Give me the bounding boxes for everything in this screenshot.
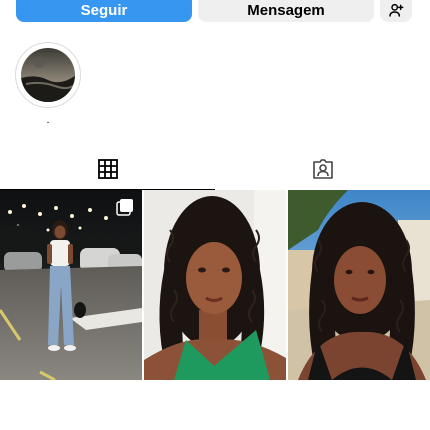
suggest-people-button[interactable] [380,0,412,22]
message-button-label: Mensagem [247,1,325,19]
follow-button[interactable]: Seguir [16,0,192,22]
post-thumbnail[interactable] [288,190,430,380]
story-highlight-label: . [46,114,50,126]
tab-posts-grid[interactable] [0,148,215,190]
profile-actions: Seguir Mensagem [16,0,414,22]
post-image [144,190,286,380]
add-person-icon [389,3,404,17]
message-button[interactable]: Mensagem [198,0,374,22]
multi-photo-icon [116,199,133,216]
tagged-icon [312,159,333,179]
story-highlight[interactable] [15,42,81,108]
post-image [288,190,430,380]
post-thumbnail[interactable] [0,190,142,380]
story-highlight-cover [21,48,75,102]
post-thumbnail[interactable] [144,190,286,380]
post-image [0,190,142,380]
grid-icon [97,159,118,179]
profile-tabs [0,148,430,190]
posts-grid [0,190,430,380]
follow-button-label: Seguir [80,1,128,19]
tab-tagged[interactable] [215,148,430,190]
